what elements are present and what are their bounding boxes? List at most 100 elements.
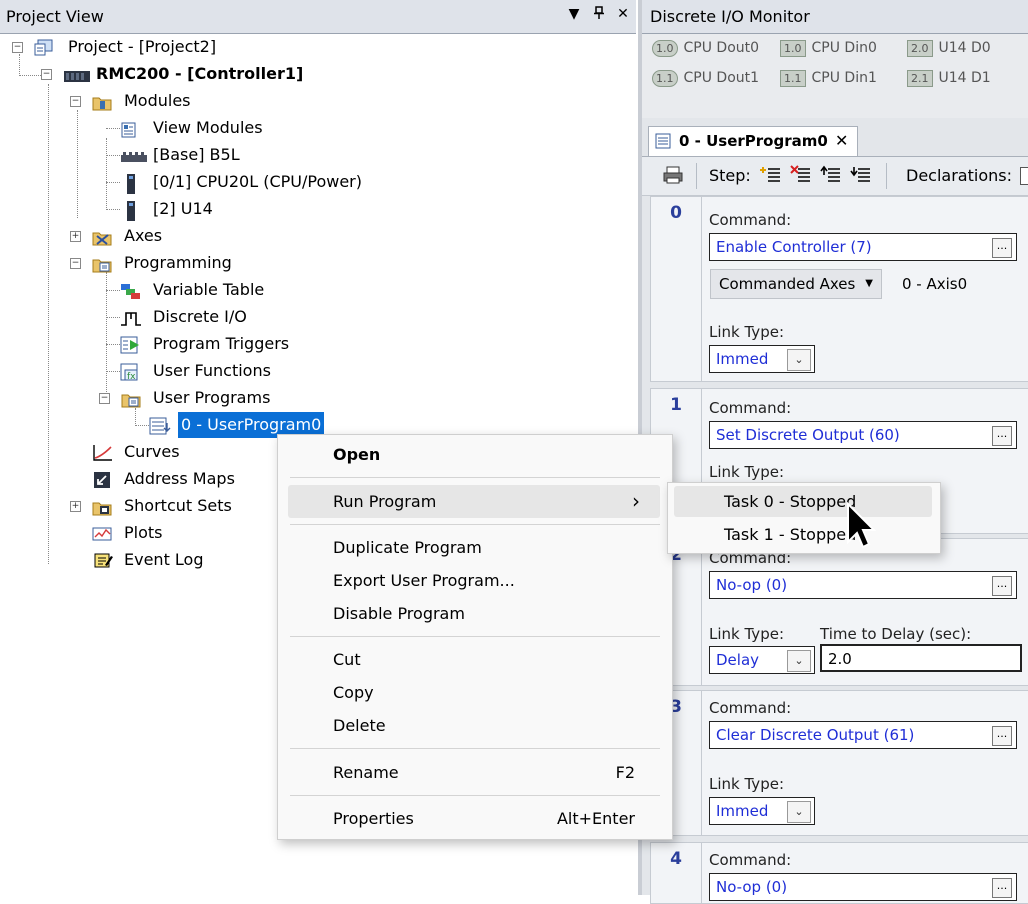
menu-item-duplicate-program[interactable]: Duplicate Program [288,531,660,564]
view-modules-icon [120,120,138,138]
io-item[interactable]: 1.1 CPU Din1 [780,70,877,87]
discrete-io-monitor-pane: Discrete I/O Monitor 1.0 CPU Dout0 1.0 CPU… [642,0,1028,118]
curves-icon [92,444,114,461]
menu-item-delete[interactable]: Delete [288,709,660,742]
svg-text:fx: fx [127,372,136,381]
menu-item-copy[interactable]: Copy [288,676,660,709]
insert-step-icon[interactable] [760,165,782,185]
menu-item-rename[interactable]: Rename F2 [288,756,660,789]
step-2: 2 Command: No-op (0) ... Link Type: Dela… [650,538,1028,686]
command-label: Command: [709,699,792,717]
command-browse-button[interactable]: ... [992,426,1012,446]
collapse-icon[interactable]: − [70,258,81,269]
step-3: 3 Command: Clear Discrete Output (61) ..… [650,690,1028,836]
move-step-down-icon[interactable] [850,165,872,185]
command-browse-button[interactable]: ... [992,726,1012,746]
program-toolbar: Step: Declarations: [642,156,1028,196]
tab-label: 0 - UserProgram0 [679,132,828,150]
step-body: Command: Enable Controller (7) ... Comma… [701,197,1028,381]
time-to-delay-input[interactable]: 2.0 [820,644,1022,672]
run-program-submenu: Task 0 - Stopped Task 1 - Stopped [667,482,941,554]
menu-separator [290,524,660,525]
close-pane-icon[interactable]: ✕ [614,6,632,22]
project-icon [34,39,53,56]
command-field[interactable]: Enable Controller (7) ... [709,233,1017,261]
link-type-label: Link Type: [709,625,784,643]
menu-separator [290,477,660,478]
menu-item-disable-program[interactable]: Disable Program [288,597,660,630]
pin-icon[interactable] [590,6,608,24]
project-view-header: Project View ▼ ✕ [0,0,636,34]
chevron-down-icon[interactable]: ⌄ [787,801,811,823]
move-step-up-icon[interactable] [820,165,842,185]
rename-shortcut: F2 [615,763,635,782]
user-functions-icon: fx [120,363,142,382]
collapse-icon[interactable]: − [12,42,23,53]
command-browse-button[interactable]: ... [992,238,1012,258]
menu-item-export-user-program[interactable]: Export User Program... [288,564,660,597]
command-field[interactable]: Set Discrete Output (60) ... [709,421,1017,449]
command-field[interactable]: Clear Discrete Output (61) ... [709,721,1017,749]
chevron-down-icon[interactable]: ⌄ [787,349,811,371]
modules-folder-icon [92,93,112,111]
step-body: Command: No-op (0) ... Link Type: Delay … [701,539,1028,685]
user-program-icon [149,417,171,435]
step-number: 0 [670,203,682,223]
collapse-icon[interactable]: − [41,69,52,80]
declarations-dropdown[interactable] [1020,167,1028,185]
io-item[interactable]: 2.1 U14 D1 [907,70,991,87]
user-programs-folder-icon [121,390,141,408]
controller-icon [63,66,91,82]
link-type-select[interactable]: Immed ⌄ [709,797,815,825]
print-icon[interactable] [662,165,684,185]
link-type-select[interactable]: Delay ⌄ [709,646,815,674]
link-type-label: Link Type: [709,463,784,481]
io-item[interactable]: 1.0 CPU Dout0 [652,40,759,57]
link-type-label: Link Type: [709,323,784,341]
io-item[interactable]: 2.0 U14 D0 [907,40,991,57]
command-browse-button[interactable]: ... [992,576,1012,596]
step-number: 1 [670,395,682,415]
expand-icon[interactable]: + [70,501,81,512]
chevron-down-icon[interactable]: ⌄ [787,650,811,672]
discrete-io-monitor-header: Discrete I/O Monitor [642,0,1028,34]
submenu-arrow-icon: › [632,489,640,513]
cpu-module-icon [126,174,136,194]
window-position-dropdown-icon[interactable]: ▼ [565,6,583,22]
menu-separator [290,636,660,637]
menu-item-task-1[interactable]: Task 1 - Stopped [674,519,932,550]
command-label: Command: [709,399,792,417]
command-field[interactable]: No-op (0) ... [709,571,1017,599]
command-label: Command: [709,851,792,869]
menu-separator [290,795,660,796]
collapse-icon[interactable]: − [99,393,110,404]
step-body: Command: No-op (0) ... [701,843,1028,903]
commanded-axes-button[interactable]: Commanded Axes ▼ [710,269,882,299]
commanded-axes-value: 0 - Axis0 [902,275,968,293]
menu-separator [290,748,660,749]
collapse-icon[interactable]: − [70,96,81,107]
tab-userprogram0[interactable]: 0 - UserProgram0 ✕ [648,126,858,157]
project-view-title: Project View [6,7,104,26]
menu-item-open[interactable]: Open [288,438,660,471]
command-label: Command: [709,211,792,229]
io-item[interactable]: 1.0 CPU Din0 [780,40,877,57]
io-module-icon [126,201,136,221]
link-type-label: Link Type: [709,775,784,793]
io-item[interactable]: 1.1 CPU Dout1 [652,70,759,87]
link-type-select[interactable]: Immed ⌄ [709,345,815,373]
menu-item-cut[interactable]: Cut [288,643,660,676]
menu-item-properties[interactable]: Properties Alt+Enter [288,802,660,835]
menu-item-run-program[interactable]: Run Program › [288,485,660,518]
delete-step-icon[interactable] [790,165,812,185]
step-body: Command: Clear Discrete Output (61) ... … [701,691,1028,835]
command-field[interactable]: No-op (0) ... [709,873,1017,901]
base-icon [120,147,148,163]
address-maps-icon [92,471,114,488]
program-triggers-icon [120,336,142,354]
command-browse-button[interactable]: ... [992,878,1012,898]
menu-item-task-0[interactable]: Task 0 - Stopped [674,486,932,517]
shortcut-sets-folder-icon [92,498,112,516]
expand-icon[interactable]: + [70,231,81,242]
tab-close-icon[interactable]: ✕ [835,131,848,150]
